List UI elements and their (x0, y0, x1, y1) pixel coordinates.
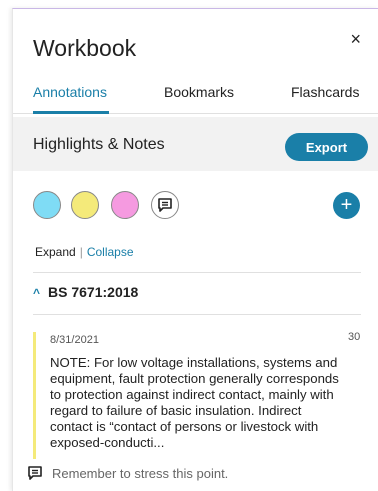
active-tab-indicator (33, 111, 109, 114)
highlights-title: Highlights & Notes (33, 136, 165, 153)
panel-title: Workbook (33, 35, 137, 61)
separator: | (79, 245, 83, 259)
comment-icon (158, 198, 172, 212)
color-swatch-blue[interactable] (33, 191, 61, 219)
chevron-up-icon: ^ (33, 286, 41, 300)
divider (33, 314, 361, 315)
divider (33, 272, 361, 273)
export-button[interactable]: Export (285, 133, 368, 161)
close-icon[interactable]: × (350, 29, 361, 50)
expand-link[interactable]: Expand (35, 245, 76, 259)
workbook-panel: Workbook × Annotations Bookmarks Flashca… (12, 8, 378, 491)
group-title: BS 7671:2018 (48, 284, 139, 300)
color-swatch-pink[interactable] (111, 191, 139, 219)
note-filter-button[interactable] (151, 191, 179, 219)
highlights-header: Highlights & Notes Export (13, 117, 378, 171)
annotation-date: 8/31/2021 (50, 334, 99, 346)
expand-collapse-row: Expand | Collapse (35, 245, 134, 259)
tab-bookmarks[interactable]: Bookmarks (164, 84, 234, 100)
tab-bar: Annotations Bookmarks Flashcards (13, 82, 378, 114)
group-header[interactable]: ^ BS 7671:2018 (33, 284, 138, 300)
annotation-note[interactable]: Remember to stress this point. (27, 465, 228, 481)
annotation-page: 30 (348, 331, 361, 343)
color-swatch-yellow[interactable] (71, 191, 99, 219)
tab-flashcards[interactable]: Flashcards (291, 84, 359, 100)
collapse-link[interactable]: Collapse (87, 245, 134, 259)
highlight-color-bar (33, 332, 36, 459)
add-icon[interactable]: + (333, 192, 360, 219)
note-text: Remember to stress this point. (52, 465, 229, 481)
annotation-text[interactable]: NOTE: For low voltage installations, sys… (50, 355, 346, 451)
comment-icon (27, 465, 43, 481)
tab-annotations[interactable]: Annotations (33, 84, 107, 100)
